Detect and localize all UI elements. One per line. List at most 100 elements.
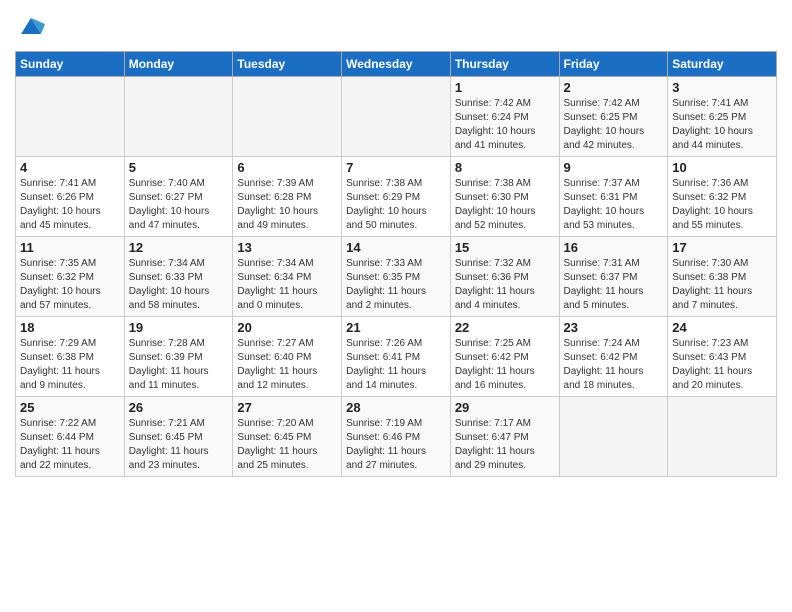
day-info: Sunrise: 7:42 AM Sunset: 6:24 PM Dayligh… xyxy=(455,97,555,153)
weekday-header-wednesday: Wednesday xyxy=(342,52,451,77)
header xyxy=(15,10,777,45)
day-number: 1 xyxy=(455,80,555,95)
calendar-cell: 26 Sunrise: 7:21 AM Sunset: 6:45 PM Dayli… xyxy=(124,397,233,477)
day-number: 16 xyxy=(564,240,664,255)
calendar-cell xyxy=(16,77,125,157)
day-number: 14 xyxy=(346,240,446,255)
day-info: Sunrise: 7:22 AM Sunset: 6:44 PM Dayligh… xyxy=(20,417,120,473)
logo-bird-icon xyxy=(17,14,45,38)
day-info: Sunrise: 7:17 AM Sunset: 6:47 PM Dayligh… xyxy=(455,417,555,473)
week-row-4: 18 Sunrise: 7:29 AM Sunset: 6:38 PM Dayli… xyxy=(16,317,777,397)
day-number: 11 xyxy=(20,240,120,255)
day-number: 9 xyxy=(564,160,664,175)
calendar-cell xyxy=(668,397,777,477)
day-info: Sunrise: 7:25 AM Sunset: 6:42 PM Dayligh… xyxy=(455,337,555,393)
calendar-cell: 19 Sunrise: 7:28 AM Sunset: 6:39 PM Dayli… xyxy=(124,317,233,397)
day-info: Sunrise: 7:31 AM Sunset: 6:37 PM Dayligh… xyxy=(564,257,664,313)
calendar-cell xyxy=(233,77,342,157)
day-info: Sunrise: 7:24 AM Sunset: 6:42 PM Dayligh… xyxy=(564,337,664,393)
calendar-cell: 1 Sunrise: 7:42 AM Sunset: 6:24 PM Daylig… xyxy=(450,77,559,157)
calendar-cell: 2 Sunrise: 7:42 AM Sunset: 6:25 PM Daylig… xyxy=(559,77,668,157)
day-info: Sunrise: 7:41 AM Sunset: 6:25 PM Dayligh… xyxy=(672,97,772,153)
day-info: Sunrise: 7:21 AM Sunset: 6:45 PM Dayligh… xyxy=(129,417,229,473)
day-number: 3 xyxy=(672,80,772,95)
day-info: Sunrise: 7:35 AM Sunset: 6:32 PM Dayligh… xyxy=(20,257,120,313)
calendar-cell xyxy=(559,397,668,477)
day-info: Sunrise: 7:23 AM Sunset: 6:43 PM Dayligh… xyxy=(672,337,772,393)
calendar-cell: 8 Sunrise: 7:38 AM Sunset: 6:30 PM Daylig… xyxy=(450,157,559,237)
weekday-header-friday: Friday xyxy=(559,52,668,77)
week-row-3: 11 Sunrise: 7:35 AM Sunset: 6:32 PM Dayli… xyxy=(16,237,777,317)
day-info: Sunrise: 7:30 AM Sunset: 6:38 PM Dayligh… xyxy=(672,257,772,313)
weekday-header-tuesday: Tuesday xyxy=(233,52,342,77)
day-number: 15 xyxy=(455,240,555,255)
day-number: 10 xyxy=(672,160,772,175)
day-info: Sunrise: 7:32 AM Sunset: 6:36 PM Dayligh… xyxy=(455,257,555,313)
day-info: Sunrise: 7:19 AM Sunset: 6:46 PM Dayligh… xyxy=(346,417,446,473)
day-info: Sunrise: 7:38 AM Sunset: 6:29 PM Dayligh… xyxy=(346,177,446,233)
day-info: Sunrise: 7:27 AM Sunset: 6:40 PM Dayligh… xyxy=(237,337,337,393)
calendar-cell: 6 Sunrise: 7:39 AM Sunset: 6:28 PM Daylig… xyxy=(233,157,342,237)
day-info: Sunrise: 7:29 AM Sunset: 6:38 PM Dayligh… xyxy=(20,337,120,393)
day-number: 26 xyxy=(129,400,229,415)
day-number: 12 xyxy=(129,240,229,255)
day-number: 6 xyxy=(237,160,337,175)
calendar: SundayMondayTuesdayWednesdayThursdayFrid… xyxy=(15,51,777,477)
weekday-header-row: SundayMondayTuesdayWednesdayThursdayFrid… xyxy=(16,52,777,77)
day-number: 7 xyxy=(346,160,446,175)
day-info: Sunrise: 7:26 AM Sunset: 6:41 PM Dayligh… xyxy=(346,337,446,393)
day-number: 20 xyxy=(237,320,337,335)
page: SundayMondayTuesdayWednesdayThursdayFrid… xyxy=(0,0,792,612)
calendar-cell: 22 Sunrise: 7:25 AM Sunset: 6:42 PM Dayli… xyxy=(450,317,559,397)
day-number: 18 xyxy=(20,320,120,335)
calendar-cell: 10 Sunrise: 7:36 AM Sunset: 6:32 PM Dayli… xyxy=(668,157,777,237)
day-info: Sunrise: 7:37 AM Sunset: 6:31 PM Dayligh… xyxy=(564,177,664,233)
day-info: Sunrise: 7:41 AM Sunset: 6:26 PM Dayligh… xyxy=(20,177,120,233)
calendar-cell: 5Sunrise: 7:40 AM Sunset: 6:27 PM Daylig… xyxy=(124,157,233,237)
calendar-cell: 15 Sunrise: 7:32 AM Sunset: 6:36 PM Dayli… xyxy=(450,237,559,317)
day-number: 29 xyxy=(455,400,555,415)
day-info: Sunrise: 7:42 AM Sunset: 6:25 PM Dayligh… xyxy=(564,97,664,153)
weekday-header-saturday: Saturday xyxy=(668,52,777,77)
calendar-cell: 18 Sunrise: 7:29 AM Sunset: 6:38 PM Dayli… xyxy=(16,317,125,397)
day-info: Sunrise: 7:28 AM Sunset: 6:39 PM Dayligh… xyxy=(129,337,229,393)
calendar-cell: 28 Sunrise: 7:19 AM Sunset: 6:46 PM Dayli… xyxy=(342,397,451,477)
calendar-cell xyxy=(342,77,451,157)
day-info: Sunrise: 7:39 AM Sunset: 6:28 PM Dayligh… xyxy=(237,177,337,233)
day-number: 4 xyxy=(20,160,120,175)
day-info: Sunrise: 7:34 AM Sunset: 6:34 PM Dayligh… xyxy=(237,257,337,313)
day-info: Sunrise: 7:38 AM Sunset: 6:30 PM Dayligh… xyxy=(455,177,555,233)
day-number: 23 xyxy=(564,320,664,335)
calendar-cell: 23 Sunrise: 7:24 AM Sunset: 6:42 PM Dayli… xyxy=(559,317,668,397)
week-row-2: 4 Sunrise: 7:41 AM Sunset: 6:26 PM Daylig… xyxy=(16,157,777,237)
calendar-cell: 7 Sunrise: 7:38 AM Sunset: 6:29 PM Daylig… xyxy=(342,157,451,237)
calendar-cell xyxy=(124,77,233,157)
calendar-cell: 27Sunrise: 7:20 AM Sunset: 6:45 PM Dayli… xyxy=(233,397,342,477)
weekday-header-thursday: Thursday xyxy=(450,52,559,77)
logo xyxy=(15,14,45,45)
day-number: 21 xyxy=(346,320,446,335)
calendar-cell: 11 Sunrise: 7:35 AM Sunset: 6:32 PM Dayli… xyxy=(16,237,125,317)
calendar-cell: 20 Sunrise: 7:27 AM Sunset: 6:40 PM Dayli… xyxy=(233,317,342,397)
day-number: 17 xyxy=(672,240,772,255)
day-info: Sunrise: 7:20 AM Sunset: 6:45 PM Dayligh… xyxy=(237,417,337,473)
day-info: Sunrise: 7:36 AM Sunset: 6:32 PM Dayligh… xyxy=(672,177,772,233)
calendar-cell: 3 Sunrise: 7:41 AM Sunset: 6:25 PM Daylig… xyxy=(668,77,777,157)
calendar-cell: 4 Sunrise: 7:41 AM Sunset: 6:26 PM Daylig… xyxy=(16,157,125,237)
day-info: Sunrise: 7:33 AM Sunset: 6:35 PM Dayligh… xyxy=(346,257,446,313)
calendar-cell: 17 Sunrise: 7:30 AM Sunset: 6:38 PM Dayli… xyxy=(668,237,777,317)
weekday-header-monday: Monday xyxy=(124,52,233,77)
day-info: Sunrise: 7:34 AM Sunset: 6:33 PM Dayligh… xyxy=(129,257,229,313)
weekday-header-sunday: Sunday xyxy=(16,52,125,77)
day-number: 22 xyxy=(455,320,555,335)
day-number: 28 xyxy=(346,400,446,415)
day-number: 8 xyxy=(455,160,555,175)
calendar-cell: 21 Sunrise: 7:26 AM Sunset: 6:41 PM Dayli… xyxy=(342,317,451,397)
day-number: 19 xyxy=(129,320,229,335)
calendar-cell: 29 Sunrise: 7:17 AM Sunset: 6:47 PM Dayli… xyxy=(450,397,559,477)
day-info: Sunrise: 7:40 AM Sunset: 6:27 PM Dayligh… xyxy=(129,177,229,233)
day-number: 24 xyxy=(672,320,772,335)
calendar-cell: 16 Sunrise: 7:31 AM Sunset: 6:37 PM Dayli… xyxy=(559,237,668,317)
day-number: 2 xyxy=(564,80,664,95)
calendar-cell: 24 Sunrise: 7:23 AM Sunset: 6:43 PM Dayli… xyxy=(668,317,777,397)
